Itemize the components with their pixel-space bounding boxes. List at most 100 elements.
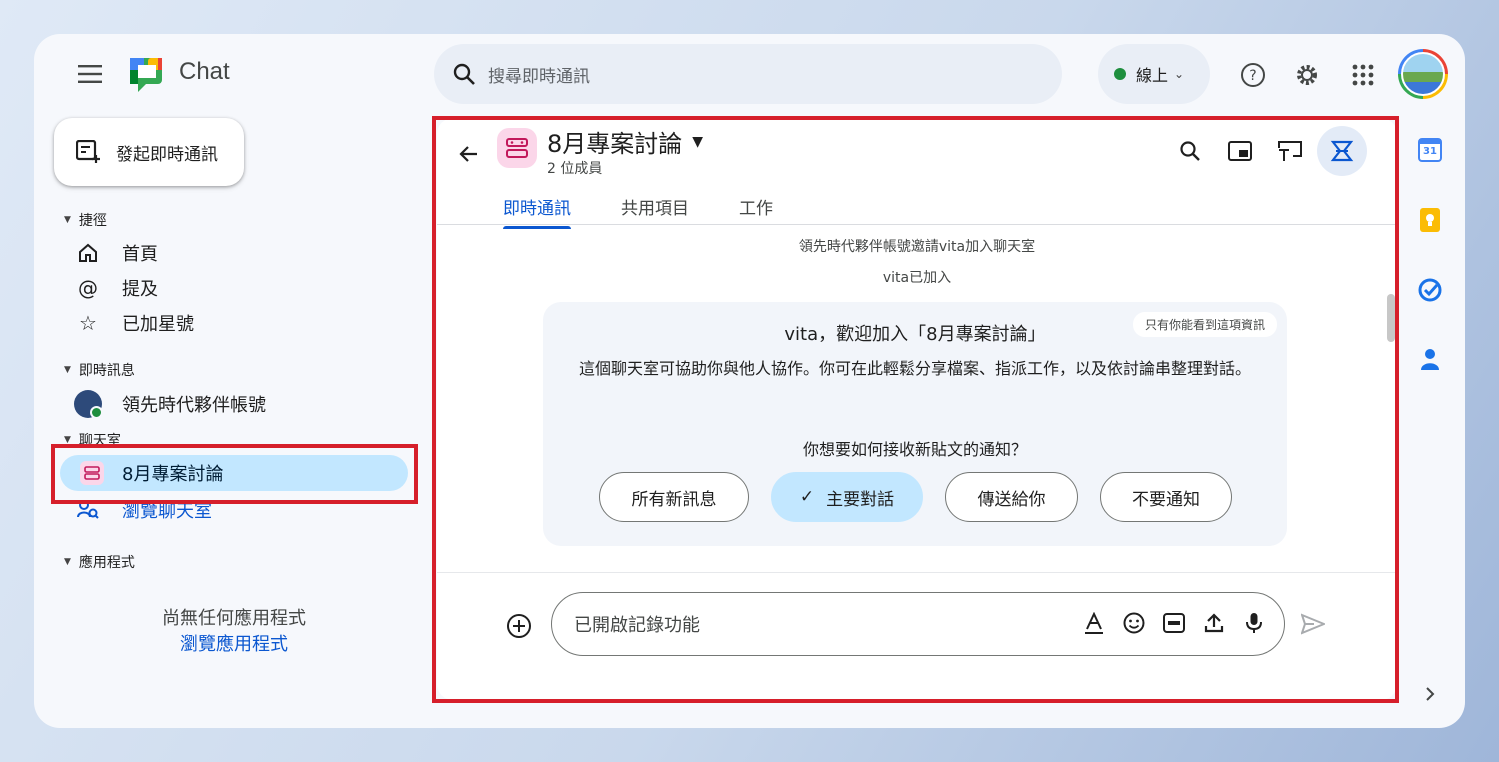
sidebar-dm-item[interactable]: 領先時代夥伴帳號 — [74, 390, 266, 419]
at-icon: @ — [78, 276, 98, 300]
search-icon — [1180, 141, 1200, 161]
sidebar-room-item[interactable]: 8月專案討論 — [60, 455, 408, 491]
option-label: 不要通知 — [1132, 489, 1200, 510]
account-avatar[interactable] — [1398, 49, 1448, 99]
system-message: 領先時代夥伴帳號邀請vita加入聊天室 — [798, 239, 1036, 255]
search-in-room-button[interactable] — [1175, 136, 1205, 166]
avatar-image — [1401, 52, 1445, 96]
sidebar-item-mentions[interactable]: @ 提及 — [74, 274, 158, 302]
format-text-button[interactable] — [1081, 610, 1107, 636]
settings-button[interactable] — [1292, 60, 1322, 90]
room-details-button[interactable] — [1317, 126, 1367, 176]
sidebar-item-label: 領先時代夥伴帳號 — [122, 395, 266, 416]
system-message: vita已加入 — [882, 270, 952, 286]
section-shortcuts-title: 捷徑 — [78, 213, 107, 229]
room-avatar-icon — [497, 128, 537, 168]
browse-rooms-icon — [77, 500, 99, 519]
chevron-right-icon — [1426, 687, 1435, 701]
sidebar-item-starred[interactable]: ☆ 已加星號 — [74, 309, 194, 337]
room-icon — [80, 461, 104, 485]
room-title-dropdown[interactable]: 8月專案討論 ▼ — [547, 124, 703, 159]
only-you-badge: 只有你能看到這項資訊 — [1132, 312, 1277, 337]
status-label: 線上 — [1136, 66, 1169, 85]
browse-apps-link[interactable]: 瀏覽應用程式 — [34, 630, 434, 656]
status-dropdown[interactable]: 線上 ⌄ — [1098, 44, 1210, 104]
composer-divider — [437, 572, 1397, 573]
notify-all-button[interactable]: 所有新訊息 — [599, 472, 749, 522]
emoji-button[interactable] — [1121, 610, 1147, 636]
apps-button[interactable] — [1348, 60, 1378, 90]
check-icon: ✓ — [799, 487, 815, 507]
browse-rooms-link[interactable]: 瀏覽聊天室 — [74, 496, 212, 524]
search-bar[interactable]: 搜尋即時通訊 — [434, 44, 1062, 104]
notify-off-button[interactable]: 不要通知 — [1100, 472, 1232, 522]
message-scrollbar[interactable] — [1387, 294, 1395, 342]
tasks-icon — [1418, 278, 1442, 302]
section-apps-toggle[interactable]: ▼ 應用程式 — [64, 552, 135, 572]
member-count[interactable]: 2 位成員 — [547, 158, 602, 178]
collapse-triangle-icon: ▼ — [64, 435, 71, 445]
option-label: 傳送給你 — [977, 489, 1046, 510]
section-shortcuts-toggle[interactable]: ▼ 捷徑 — [64, 210, 107, 230]
present-button[interactable] — [1275, 136, 1305, 166]
message-placeholder: 已開啟記錄功能 — [574, 615, 700, 636]
room-title: 8月專案討論 — [547, 130, 683, 158]
collapse-triangle-icon: ▼ — [64, 215, 71, 225]
browse-rooms-label: 瀏覽聊天室 — [122, 501, 212, 522]
notify-for-you-button[interactable]: 傳送給你 — [945, 472, 1078, 522]
upload-icon — [1204, 613, 1224, 633]
svg-text:?: ? — [1249, 68, 1256, 84]
new-chat-button[interactable]: 發起即時通訊 — [54, 118, 244, 186]
pop-out-button[interactable] — [1225, 136, 1255, 166]
add-attachment-button[interactable] — [505, 612, 533, 640]
gear-icon — [1297, 65, 1317, 85]
online-dot-icon — [1114, 68, 1126, 80]
notification-question: 你想要如何接收新貼文的通知？ — [802, 440, 1027, 459]
send-icon — [1301, 613, 1325, 635]
sidebar-item-home[interactable]: 首頁 — [74, 239, 158, 267]
picture-in-picture-icon — [1228, 141, 1252, 161]
gif-button[interactable] — [1161, 610, 1187, 636]
help-button[interactable]: ? — [1238, 60, 1268, 90]
contacts-icon — [1421, 349, 1439, 370]
room-panel: 8月專案討論 ▼ 2 位成員 即時通訊 共用項目 工作 領先時代夥伴帳號邀請vi… — [437, 118, 1397, 700]
welcome-description: 這個聊天室可協助你與他人協作。你可在此輕鬆分享檔案、指派工作，以及依討論串整理對… — [578, 359, 1251, 378]
send-button[interactable] — [1299, 610, 1327, 638]
section-rooms-title: 聊天室 — [78, 433, 121, 449]
option-label: 所有新訊息 — [631, 489, 717, 510]
emoji-icon — [1123, 612, 1145, 634]
voice-button[interactable] — [1241, 610, 1267, 636]
new-chat-icon — [76, 140, 100, 163]
home-icon — [79, 243, 97, 262]
back-button[interactable] — [455, 140, 483, 168]
app-title: Chat — [179, 58, 230, 85]
dm-avatar — [74, 390, 103, 419]
main-menu-button[interactable] — [76, 60, 104, 88]
upload-button[interactable] — [1201, 610, 1227, 636]
calendar-day-label: 31 — [1423, 146, 1437, 157]
welcome-card: vita，歡迎加入「8月專案討論」 只有你能看到這項資訊 這個聊天室可協助你與他… — [543, 302, 1287, 546]
contacts-app-button[interactable] — [1418, 348, 1442, 372]
section-dms-title: 即時訊息 — [78, 363, 135, 379]
tasks-app-button[interactable] — [1418, 278, 1442, 302]
notify-main-button[interactable]: ✓ 主要對話 — [771, 472, 923, 522]
chevron-down-icon: ▼ — [692, 133, 704, 150]
star-icon: ☆ — [79, 311, 97, 335]
expand-rail-button[interactable] — [1418, 682, 1442, 706]
arrow-left-icon — [459, 146, 477, 162]
menu-icon — [78, 65, 102, 83]
search-icon — [453, 63, 475, 85]
format-text-icon — [1085, 612, 1103, 634]
chevron-down-icon: ⌄ — [1174, 67, 1185, 81]
keep-icon — [1420, 208, 1440, 232]
search-placeholder: 搜尋即時通訊 — [488, 66, 590, 87]
microphone-icon — [1246, 613, 1262, 633]
section-dms-toggle[interactable]: ▼ 即時訊息 — [64, 360, 135, 380]
google-chat-logo[interactable] — [126, 54, 166, 94]
section-rooms-toggle[interactable]: ▼ 聊天室 — [64, 430, 121, 450]
sidebar-item-label: 8月專案討論 — [122, 464, 224, 485]
sidebar-item-label: 已加星號 — [122, 314, 194, 335]
sidebar-item-label: 提及 — [122, 279, 158, 300]
keep-app-button[interactable] — [1418, 208, 1442, 232]
new-chat-label: 發起即時通訊 — [116, 144, 218, 165]
